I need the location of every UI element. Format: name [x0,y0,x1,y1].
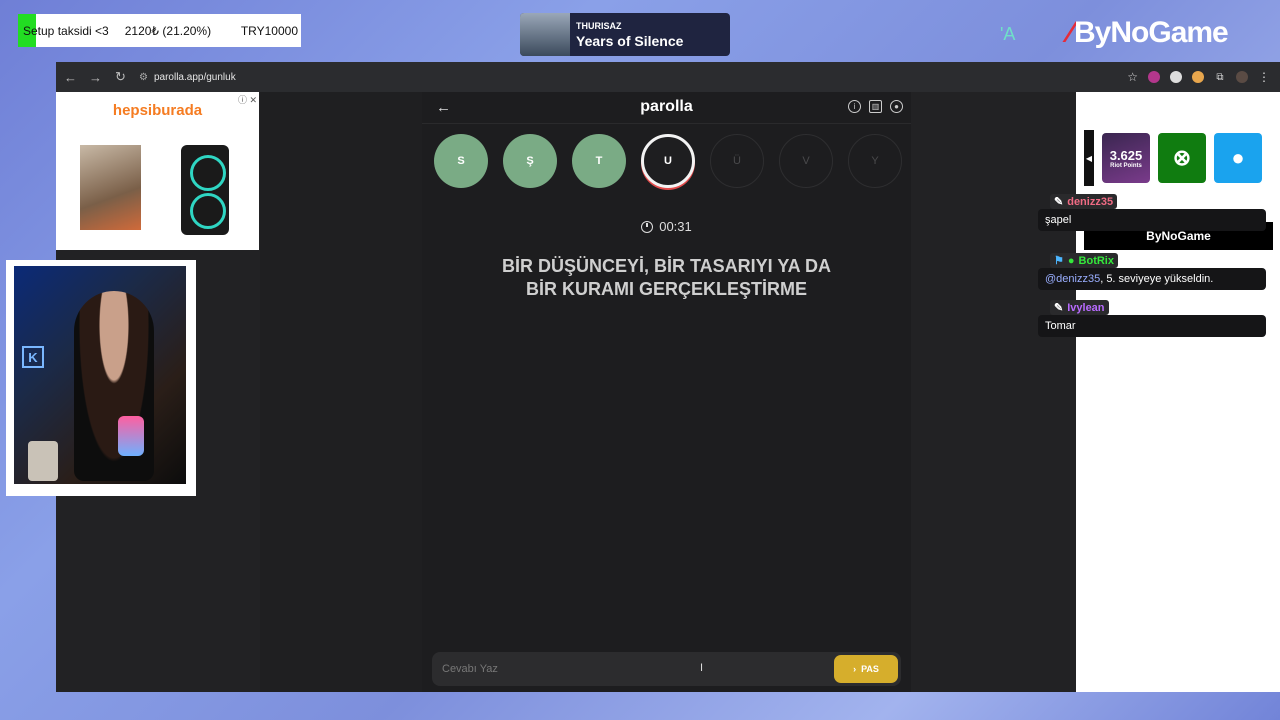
donation-goal-bar: Setup taksidi <3 2120₺ (21.20%) TRY10000 [18,14,301,47]
webcam-feed: K [14,266,186,484]
question-line-2: BİR KURAMI GERÇEKLEŞTİRME [525,279,807,299]
overlay-tick-label: 'A [1000,24,1016,44]
extension-icon-1[interactable] [1148,71,1160,83]
letter-circle-active: U [641,134,695,188]
chat-message: ✎ Ivylean Tomar [1038,298,1266,337]
ad-banner[interactable]: ⓘ ✕ hepsiburada [56,92,259,250]
pass-button[interactable]: › PAS [834,655,898,683]
riot-points-amount: 3.625 [1109,147,1143,163]
extensions-puzzle-icon[interactable]: ⧉ [1214,71,1226,83]
answer-input[interactable] [432,663,834,675]
chat-message-body: , 5. seviyeye yükseldin. [1100,273,1214,285]
chat-username-text: Ivylean [1067,301,1105,314]
question-line-1: BİR DÜŞÜNCEYİ, BİR TASARIYI YA DA [501,256,832,276]
chat-username: ✎ Ivylean [1050,300,1109,315]
question-text: BİR DÜŞÜNCEYİ, BİR TASARIYI YA DA BİR KU… [462,255,871,301]
mug-object [28,441,58,481]
extension-icon-3[interactable] [1192,71,1204,83]
text-cursor-icon: I [700,662,704,674]
chat-username: ⚑ ● BotRix [1050,253,1118,268]
goal-label: Setup taksidi <3 [23,23,109,38]
goal-amount: 2120₺ (21.20%) [124,23,212,38]
site-info-icon[interactable]: ⚙ [139,72,148,83]
xbox-gift-card[interactable]: ⊗ [1158,133,1206,183]
album-art [520,13,570,56]
url-text: parolla.app/gunluk [153,71,236,83]
carousel-prev-icon[interactable]: ◀ [1084,130,1094,186]
now-playing-widget: THURISAZ Years of Silence [520,13,730,56]
reload-icon[interactable]: ↻ [108,69,133,85]
letter-circle-done: S [434,134,488,188]
profile-icon[interactable]: ● [890,100,903,113]
clock-icon [641,220,654,233]
chat-message-text: şapel [1038,209,1266,231]
forward-nav-icon[interactable]: → [83,70,108,85]
ad-brand-name: hepsiburada [112,102,203,119]
right-gutter [911,92,1076,692]
riot-points-label: Riot Points [1110,162,1142,169]
info-icon[interactable]: i [848,100,861,113]
ad-product-image-furniture [80,145,141,230]
letter-circle-done: T [572,134,626,188]
letter-circle-pending: Ü [710,134,764,188]
background-logo-icon: K [22,346,44,368]
music-artist: THURISAZ [576,20,622,31]
goal-target: TRY10000 [240,23,298,38]
brand-mark-icon: ⁄ [1068,16,1073,49]
extension-icon-2[interactable] [1170,71,1182,83]
address-bar[interactable]: ⚙ parolla.app/gunluk [139,72,236,83]
apple-gift-card[interactable]: ● [1214,133,1262,183]
pass-button-label: PAS [861,664,879,674]
stats-icon[interactable]: ▥ [869,100,882,113]
chat-message-text: @denizz35, 5. seviyeye yükseldin. [1038,268,1266,290]
riot-points-card[interactable]: 3.625 Riot Points [1102,133,1150,183]
parolla-game-panel: ← parolla i ▥ ● SŞTUÜVY 00:31 BİR DÜŞÜNC… [422,92,911,692]
bookmark-star-icon[interactable]: ☆ [1127,70,1138,84]
timer: 00:31 [422,219,911,234]
apple-icon: ● [1231,145,1245,170]
chat-message: ⚑ ● BotRix @denizz35, 5. seviyeye yüksel… [1038,251,1266,290]
game-logo: parolla [640,98,693,115]
badge-icon: ✎ [1054,196,1064,208]
chat-username-text: denizz35 [1067,195,1114,208]
chat-message: ✎ denizz35 şapel [1038,192,1266,231]
chat-overlay: ✎ denizz35 şapel ⚑ ● BotRix @denizz35, 5… [1038,192,1266,345]
microphone-light [118,416,144,456]
menu-kebab-icon[interactable]: ⋮ [1258,70,1270,84]
chat-message-text: Tomar [1038,315,1266,337]
badge-icon: ✎ [1054,302,1064,314]
moderator-badge-icon: ⚑ [1054,255,1064,267]
profile-avatar[interactable] [1236,71,1248,83]
shop-carousel: ◀ 3.625 Riot Points ⊗ ● [1084,130,1262,186]
letter-wheel: SŞTUÜVY [434,134,902,188]
xbox-icon: ⊗ [1172,145,1192,170]
bot-badge-icon: ● [1067,254,1075,267]
brand-logo: ⁄ ByNoGame [1068,16,1229,50]
timer-value: 00:31 [659,219,692,234]
chat-username-text: BotRix [1078,254,1114,267]
letter-circle-pending: Y [848,134,902,188]
browser-toolbar: ← → ↻ ⚙ parolla.app/gunluk ☆ ⧉ ⋮ [56,62,1280,92]
music-title: Years of Silence [576,32,684,49]
letter-circle-pending: V [779,134,833,188]
brand-name: ByNoGame [1074,16,1229,49]
letter-circle-done: Ş [503,134,557,188]
answer-bar: › PAS [432,652,901,686]
back-nav-icon[interactable]: ← [58,70,83,85]
chat-mention: @denizz35 [1045,273,1101,285]
webcam-overlay: K [6,260,196,496]
ad-product-image-speaker [181,145,229,235]
chevron-right-icon: › [853,664,857,674]
chat-username: ✎ denizz35 [1050,194,1118,209]
